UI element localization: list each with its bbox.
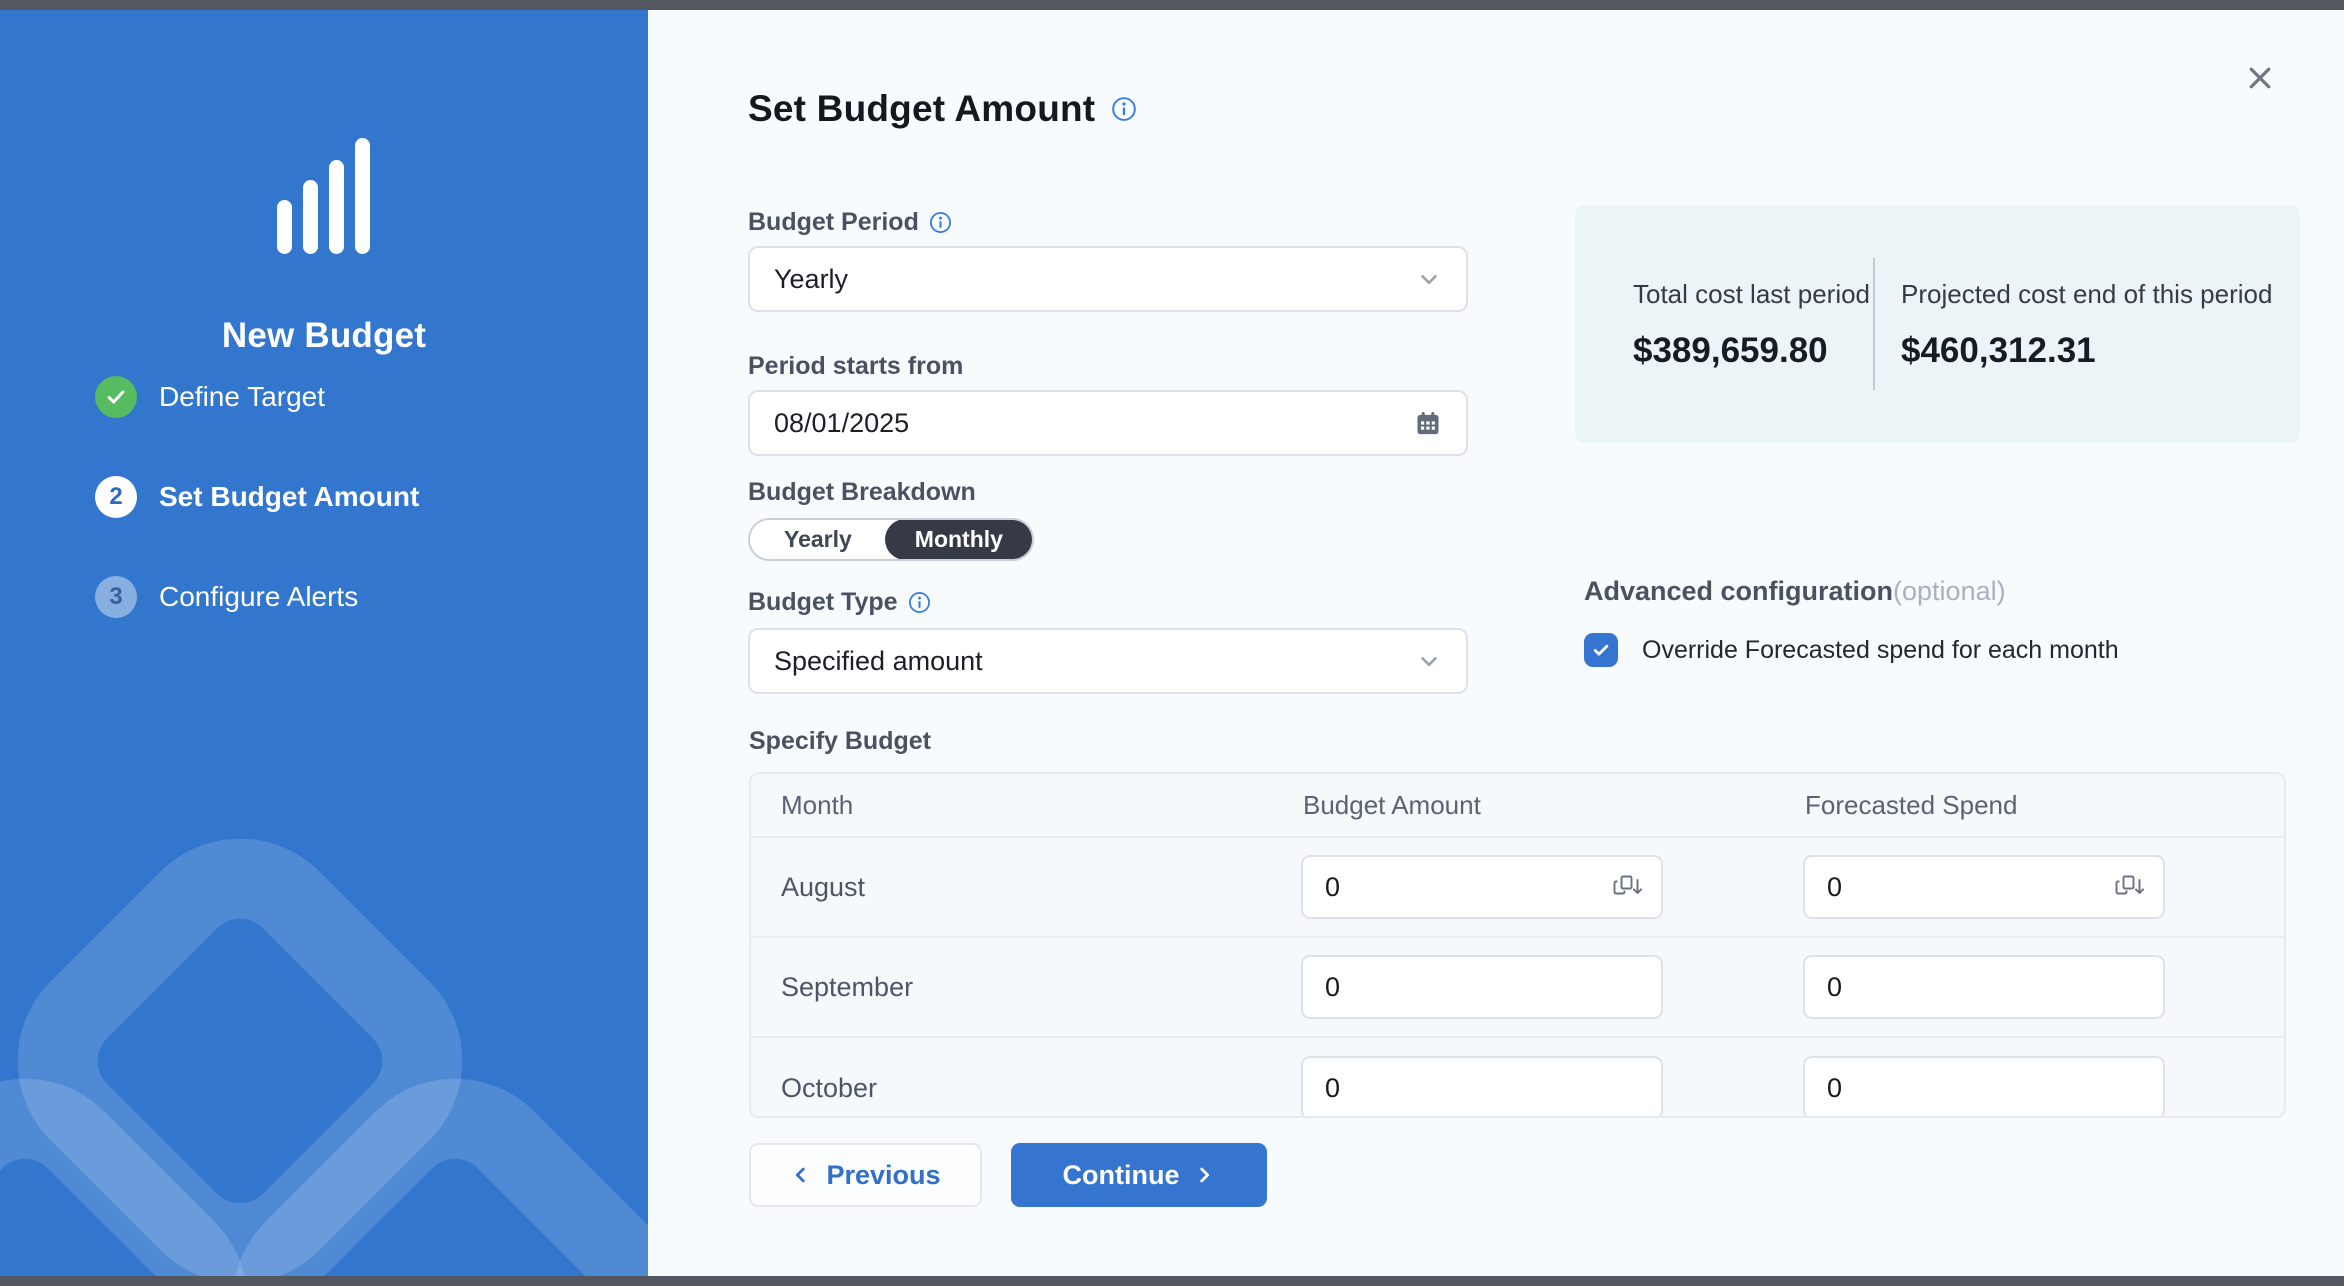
fill-down-icon[interactable] (1613, 874, 1643, 900)
bar-chart-icon (277, 138, 371, 254)
info-icon[interactable] (908, 591, 931, 614)
continue-button[interactable]: Continue (1011, 1143, 1267, 1207)
override-forecast-label: Override Forecasted spend for each month (1642, 636, 2119, 665)
divider (1873, 258, 1875, 390)
page-title: Set Budget Amount (748, 88, 1095, 130)
step-label: Set Budget Amount (159, 481, 419, 513)
step-set-budget-amount[interactable]: 2 Set Budget Amount (95, 476, 419, 518)
desktop-edge-top (0, 0, 2344, 10)
month-label: August (751, 872, 1273, 903)
forecasted-spend-input[interactable] (1803, 855, 2165, 919)
forecasted-spend-field[interactable] (1827, 972, 2145, 1003)
column-budget-amount: Budget Amount (1273, 790, 1775, 821)
budget-amount-input[interactable] (1301, 955, 1663, 1019)
continue-label: Continue (1063, 1160, 1180, 1191)
chevron-down-icon (1416, 266, 1442, 292)
close-icon[interactable] (2238, 56, 2282, 100)
wizard-title: New Budget (0, 316, 648, 356)
total-cost-value: $389,659.80 (1633, 331, 1873, 371)
fill-down-icon[interactable] (2115, 874, 2145, 900)
cost-summary-panel: Total cost last period $389,659.80 Proje… (1575, 205, 2300, 443)
budget-amount-field[interactable] (1325, 1073, 1643, 1104)
period-starts-input[interactable] (748, 390, 1468, 456)
wizard-sidebar: New Budget Define Target 2 Set Budget Am… (0, 10, 648, 1276)
projected-cost-value: $460,312.31 (1901, 331, 2272, 371)
table-row: August (751, 838, 2284, 938)
step-define-target[interactable]: Define Target (95, 376, 419, 418)
brand-watermark (0, 566, 648, 1276)
advanced-configuration: Advanced configuration (optional) Overri… (1584, 576, 2119, 667)
step-configure-alerts[interactable]: 3 Configure Alerts (95, 576, 419, 618)
month-label: September (751, 972, 1273, 1003)
forecasted-spend-field[interactable] (1827, 872, 2115, 903)
desktop-edge-bottom (0, 1276, 2344, 1286)
forecasted-spend-input[interactable] (1803, 955, 2165, 1019)
budget-amount-input[interactable] (1301, 855, 1663, 919)
info-icon[interactable] (1111, 96, 1137, 122)
budget-period-value: Yearly (774, 264, 848, 295)
budget-period-select[interactable]: Yearly (748, 246, 1468, 312)
specify-budget-table: Month Budget Amount Forecasted Spend Aug… (749, 772, 2286, 1118)
calendar-icon[interactable] (1414, 409, 1442, 437)
budget-breakdown-label: Budget Breakdown (748, 478, 976, 507)
month-label: October (751, 1073, 1273, 1104)
step-label: Define Target (159, 381, 325, 413)
breakdown-option-monthly[interactable]: Monthly (885, 519, 1033, 560)
wizard-steps: Define Target 2 Set Budget Amount 3 Conf… (95, 376, 419, 618)
check-icon (1591, 640, 1611, 660)
previous-button[interactable]: Previous (749, 1143, 982, 1207)
breakdown-option-yearly[interactable]: Yearly (750, 520, 886, 559)
forecasted-spend-input[interactable] (1803, 1056, 2165, 1118)
override-forecast-checkbox[interactable] (1584, 633, 1618, 667)
budget-breakdown-toggle: Yearly Monthly (748, 518, 1034, 561)
budget-amount-field[interactable] (1325, 872, 1613, 903)
set-budget-panel: Set Budget Amount Budget Period Yearly P… (648, 10, 2344, 1276)
chevron-left-icon (790, 1164, 812, 1186)
check-icon (95, 376, 137, 418)
table-row: September (751, 938, 2284, 1038)
budget-type-label: Budget Type (748, 588, 898, 617)
chevron-right-icon (1193, 1164, 1215, 1186)
chevron-down-icon (1416, 648, 1442, 674)
advanced-configuration-title: Advanced configuration (1584, 576, 1893, 607)
column-month: Month (751, 790, 1273, 821)
table-row: October (751, 1038, 2284, 1118)
optional-hint: (optional) (1893, 576, 2006, 607)
budget-amount-field[interactable] (1325, 972, 1643, 1003)
step-number: 2 (95, 476, 137, 518)
date-field[interactable] (774, 408, 1334, 439)
budget-amount-input[interactable] (1301, 1056, 1663, 1118)
budget-type-value: Specified amount (774, 646, 983, 677)
column-forecasted-spend: Forecasted Spend (1775, 790, 2284, 821)
total-cost-label: Total cost last period (1633, 277, 1873, 312)
specify-budget-label: Specify Budget (749, 727, 931, 756)
budget-type-select[interactable]: Specified amount (748, 628, 1468, 694)
table-header-row: Month Budget Amount Forecasted Spend (751, 774, 2284, 838)
budget-period-label: Budget Period (748, 208, 919, 237)
info-icon[interactable] (929, 211, 952, 234)
new-budget-modal: New Budget Define Target 2 Set Budget Am… (0, 0, 2344, 1286)
projected-cost-label: Projected cost end of this period (1901, 277, 2272, 312)
forecasted-spend-field[interactable] (1827, 1073, 2145, 1104)
previous-label: Previous (826, 1160, 940, 1191)
step-number: 3 (95, 576, 137, 618)
period-starts-label: Period starts from (748, 352, 963, 381)
step-label: Configure Alerts (159, 581, 358, 613)
